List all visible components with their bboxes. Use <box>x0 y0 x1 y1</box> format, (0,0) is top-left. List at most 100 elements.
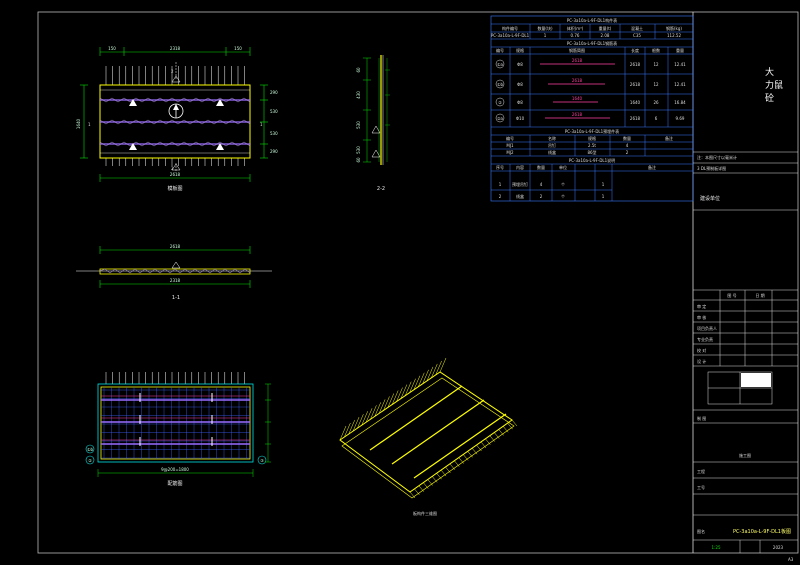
rebar-row-3-shape-len: 1640 <box>572 96 583 101</box>
sheet-size-mark: A3 <box>788 557 794 562</box>
rebar-plan-label: 配筋图 <box>167 480 182 487</box>
main-h-4: 混凝土 <box>631 25 643 31</box>
rebar-line <box>494 432 500 439</box>
iso-view-label: 板构件三维图 <box>413 510 437 516</box>
note-r1-2: 4 <box>540 182 543 187</box>
note-r1-1: 预埋吊钉 <box>512 181 528 187</box>
rebar-line <box>476 444 482 452</box>
rebar-line <box>458 457 464 464</box>
main-table-title: PC-3a10a-L-9F-DL1构件表 <box>567 17 617 23</box>
s11-dim-bottom: 2318 <box>170 278 181 283</box>
tb-header-1: 图 号 <box>727 292 736 298</box>
rebar-line <box>414 488 420 496</box>
tb-stage: 施工图 <box>739 452 751 458</box>
rebar-h-5: 重量 <box>676 47 684 53</box>
embed-r1-3: 4 <box>626 143 629 148</box>
svg-text:1: 1 <box>88 122 91 127</box>
note-h-4: 备注 <box>648 164 656 170</box>
embed-h-4: 备注 <box>665 135 673 141</box>
note-r1-0: 1 <box>499 182 502 187</box>
rebar-row-3-id: ② <box>498 100 502 105</box>
tb-row-1: 审 定 <box>697 303 706 309</box>
main-h-0: 构件编号 <box>502 25 518 31</box>
note-h-2: 数量 <box>537 164 545 170</box>
tb-job: 工号 <box>697 484 705 490</box>
s22-dim-5: 60 <box>356 157 361 163</box>
plan-view-label: 模板图 <box>167 185 182 192</box>
rebar-bubble-2: ② <box>88 458 92 463</box>
rebar-row-4-weight: 9.69 <box>676 116 685 121</box>
rebar-bubble-3: ③ <box>260 458 264 463</box>
rebar-line <box>427 479 433 486</box>
sheet-border <box>37 11 799 554</box>
rebar-row-1-spec: Φ8 <box>517 62 523 67</box>
rebar-row-3-count: 26 <box>653 100 659 105</box>
embed-r1-2: 2.5t <box>588 143 596 148</box>
rebar-row-2-shape-len: 2618 <box>572 78 583 83</box>
rebar-row-1-count: 12 <box>653 62 659 67</box>
note-h-1: 内容 <box>516 164 524 170</box>
section-1-1-view: 2618 2318 1-1 <box>76 244 272 301</box>
plan-dim-top-1: 150 <box>108 46 116 51</box>
title-note-row: 注：本图尺寸以毫米计 <box>697 154 737 160</box>
rebar-h-2: 钢筋简图 <box>569 47 585 53</box>
main-h-3: 重量(t) <box>599 25 612 31</box>
note-r2-1: 线盒 <box>516 193 524 199</box>
tb-header-2: 日 期 <box>755 292 764 298</box>
note-r2-4: 1 <box>602 194 605 199</box>
rebar-row-4-shape-len: 2618 <box>572 112 583 117</box>
rebar-line <box>480 441 487 449</box>
rebar-line <box>498 429 504 436</box>
rebar-line <box>418 485 425 492</box>
rebar-plan-bottom-dim: 9@200=1800 <box>161 467 189 472</box>
main-h-5: 钢筋(kg) <box>666 25 682 31</box>
embed-h-0: 编号 <box>506 135 514 141</box>
cad-drawing-canvas: 150 2318 150 2 2 1 1 1640 290 530 530 29… <box>37 11 799 562</box>
rebar-row-3: ② Φ8 1640 1640 26 16.84 <box>495 96 686 107</box>
plan-dim-top-2: 2318 <box>170 46 181 51</box>
rebar-line <box>467 451 473 458</box>
plan-dim-right-2: 530 <box>270 109 278 114</box>
embed-r1-0: MJ1 <box>506 143 514 148</box>
tb-row-5: 校 对 <box>697 347 706 353</box>
note-h-3: 单位 <box>559 164 567 170</box>
tb-row-3: 项目负责人 <box>697 325 717 331</box>
rebar-row-1-shape-len: 2618 <box>572 58 583 63</box>
rebar-table-title: PC-3a10a-L-9F-DL1钢筋表 <box>567 40 617 46</box>
title-block: 大 力 鼠 砼 注：本图尺寸以毫米计 3 DL预制板详图 建设单位 图 号 日 … <box>693 66 798 553</box>
main-r-5: 112.52 <box>667 33 681 38</box>
tb-date: 2023 <box>773 545 784 550</box>
rebar-line <box>431 476 438 483</box>
rebar-row-3-weight: 16.84 <box>674 100 686 105</box>
note-r2-0: 2 <box>499 194 502 199</box>
rebar-row-1-id: ①a <box>497 62 504 67</box>
tb-drawing-no: PC-3a10a-L-9F-DL1板图 <box>733 528 791 535</box>
section-2-2-label: 2-2 <box>377 186 385 192</box>
rebar-row-4-len: 2618 <box>630 116 641 121</box>
tb-row-6: 设 计 <box>697 358 706 364</box>
rebar-line <box>485 438 491 445</box>
rebar-line <box>454 460 460 467</box>
tb-scale: 1:25 <box>712 545 721 550</box>
rebar-line <box>463 454 469 461</box>
tb-row-2: 审 核 <box>697 314 706 320</box>
plan-dim-left: 1640 <box>76 118 81 129</box>
rebar-h-0: 编号 <box>496 47 504 53</box>
tb-row-4: 专业负责 <box>697 336 713 342</box>
rebar-row-2-spec: Φ8 <box>517 82 523 87</box>
s22-dim-1: 60 <box>356 67 361 73</box>
main-r-1: 1 <box>544 33 547 38</box>
embed-r2-0: MJ2 <box>506 150 514 155</box>
rebar-row-3-spec: Φ8 <box>517 100 523 105</box>
svg-text:2: 2 <box>171 69 174 74</box>
note-r2-2: 2 <box>540 194 543 199</box>
company-char-1: 大 <box>765 66 774 78</box>
s11-dim-top: 2618 <box>170 244 181 249</box>
rebar-line <box>423 482 429 489</box>
rebar-line <box>502 426 509 433</box>
main-r-3: 2.08 <box>601 33 610 38</box>
note-table-title: PC-3a10a-L-9F-DL1说明 <box>569 157 615 163</box>
section-1-1-label: 1-1 <box>172 295 180 301</box>
rebar-bubble-1: ①b <box>87 447 94 452</box>
rebar-row-4-spec: Φ10 <box>516 116 525 121</box>
